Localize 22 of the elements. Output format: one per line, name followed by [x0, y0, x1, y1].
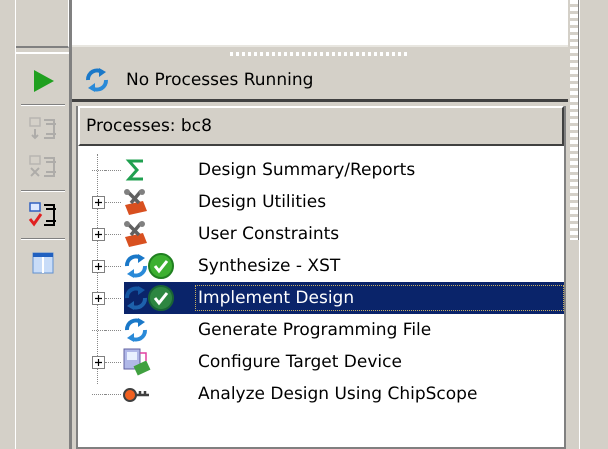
process-item[interactable]: Implement Design	[195, 285, 564, 311]
process-item[interactable]: Configure Target Device	[195, 349, 409, 375]
panel-icon	[30, 251, 54, 275]
process-item[interactable]: Design Utilities	[195, 189, 334, 215]
process-item[interactable]: Generate Programming File	[195, 317, 438, 343]
expand-icon[interactable]	[92, 228, 105, 240]
computer-icon	[121, 347, 151, 377]
panel-header: Processes: bc8	[78, 106, 564, 146]
expand-icon[interactable]	[92, 196, 105, 208]
expand-icon[interactable]	[92, 356, 105, 368]
expand-icon[interactable]	[92, 260, 105, 272]
process-item[interactable]: Design Summary/Reports	[195, 157, 422, 183]
process-item[interactable]: User Constraints	[195, 221, 346, 247]
splitter-handle[interactable]	[570, 0, 579, 240]
expand-icon[interactable]	[92, 292, 105, 304]
process-item[interactable]: Synthesize - XST	[195, 253, 348, 279]
add-process-icon	[28, 116, 58, 142]
process-item[interactable]: Analyze Design Using ChipScope	[195, 381, 484, 407]
status-text: No Processes Running	[126, 70, 314, 90]
check-process-icon	[28, 201, 58, 229]
remove-process-icon	[28, 154, 58, 180]
splitter-handle[interactable]	[230, 52, 410, 56]
